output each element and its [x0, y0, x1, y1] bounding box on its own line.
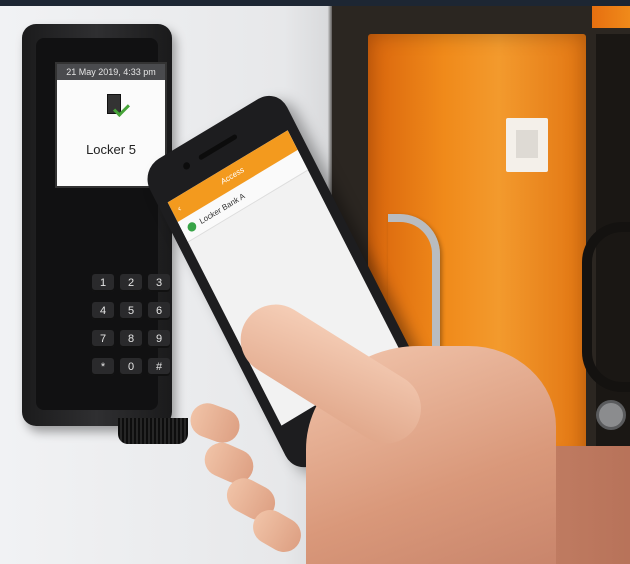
- reader-locker-label: Locker 5: [86, 142, 136, 157]
- keypad-key[interactable]: 1: [92, 274, 114, 292]
- app-header-title: Access: [219, 165, 246, 187]
- keypad-key[interactable]: 5: [120, 302, 142, 320]
- locker-label-plate: [506, 118, 548, 172]
- hand: [185, 286, 630, 564]
- keypad-key[interactable]: 8: [120, 330, 142, 348]
- status-dot-icon: [185, 220, 198, 233]
- front-camera: [182, 160, 192, 171]
- locker-door-top: [592, 6, 630, 28]
- keypad-key[interactable]: 6: [148, 302, 170, 320]
- keypad-key[interactable]: 7: [92, 330, 114, 348]
- keypad-key[interactable]: 0: [120, 358, 142, 376]
- reader-grille: [118, 418, 188, 444]
- keypad-key[interactable]: 3: [148, 274, 170, 292]
- earpiece-speaker: [197, 133, 238, 161]
- reader-keypad: 1 2 3 4 5 6 7 8 9 * 0 #: [88, 234, 176, 404]
- photo-scene: 1 2 3 4 5 6 7 8 9 * 0 # 21 May 2019, 4:33 pm Locker…: [0, 0, 630, 564]
- keypad-key[interactable]: #: [148, 358, 170, 376]
- reader-date-time: 21 May 2019, 4:33 pm: [57, 64, 165, 80]
- keypad-key[interactable]: 4: [92, 302, 114, 320]
- finger: [185, 398, 245, 448]
- chevron-left-icon[interactable]: ‹: [173, 198, 186, 219]
- keypad-key[interactable]: *: [92, 358, 114, 376]
- keypad-key[interactable]: 9: [148, 330, 170, 348]
- keypad-key[interactable]: 2: [120, 274, 142, 292]
